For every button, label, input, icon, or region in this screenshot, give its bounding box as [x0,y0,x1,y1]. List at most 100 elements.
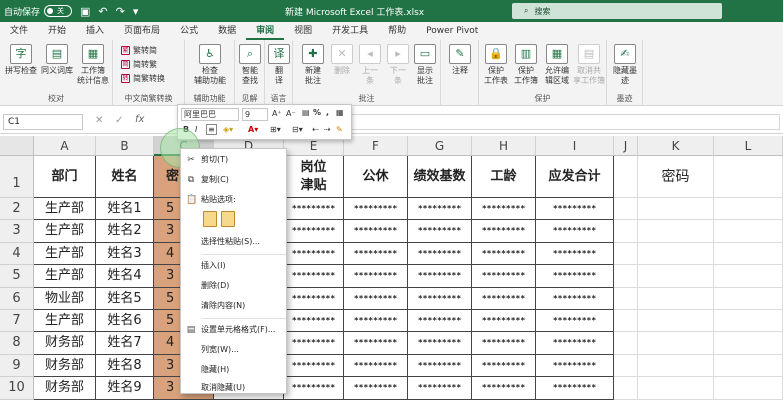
cell-h2[interactable]: ********* [472,198,536,221]
cancel-icon[interactable]: ✕ [95,115,103,126]
select-all-corner[interactable] [0,136,34,156]
column-header-l[interactable]: L [714,136,783,156]
menu-item-hide[interactable]: 隐藏(H) [181,361,286,379]
row-header-4[interactable]: 4 [0,242,34,266]
cell-b5[interactable]: 姓名4 [96,265,154,288]
cell-a9[interactable]: 财务部 [34,354,96,378]
tab-data[interactable]: 数据 [208,22,246,40]
header-cell-l[interactable] [714,156,783,198]
cell-l4[interactable] [714,242,783,266]
cell-j3[interactable] [614,220,638,243]
cell-k5[interactable] [638,265,714,288]
header-cell-k[interactable]: 密码 [638,156,714,198]
search-input[interactable]: ⌕ 搜索 [512,3,722,19]
cell-f6[interactable]: ********* [344,287,408,310]
paste-values-icon[interactable] [221,211,235,227]
cell-g5[interactable]: ********* [408,265,472,288]
redo-icon[interactable]: ↷ [116,5,125,18]
cell-l5[interactable] [714,265,783,288]
allow-edit-ranges-button[interactable]: ▦ 允许编 辑区域 [541,44,573,86]
cell-l3[interactable] [714,220,783,243]
cell-h8[interactable]: ********* [472,332,536,355]
smart-lookup-button[interactable]: ⌕ 智能 查找 [237,44,263,86]
font-name-box[interactable]: 阿里巴巴 [181,108,239,121]
new-comment-button[interactable]: ✚ 新建 批注 [297,44,329,86]
header-cell-a[interactable]: 部门 [34,156,96,198]
cell-f10[interactable]: ********* [344,377,408,400]
cell-f9[interactable]: ********* [344,354,408,378]
menu-item-paste-special[interactable]: 选择性粘贴(S)... [181,233,286,251]
font-color-icon[interactable]: A▾ [248,125,258,134]
cell-i10[interactable]: ********* [536,377,614,400]
name-box[interactable]: C1 [3,114,83,130]
menu-item-format-cells[interactable]: ▤ 设置单元格格式(F)... [181,321,286,339]
column-header-a[interactable]: A [34,136,96,156]
merge-center-icon[interactable]: ⊟▾ [292,125,303,134]
cell-i6[interactable]: ********* [536,287,614,310]
tab-file[interactable]: 文件 [0,22,38,40]
column-header-b[interactable]: B [96,136,154,156]
cell-g10[interactable]: ********* [408,377,472,400]
tab-page-layout[interactable]: 页面布局 [114,22,170,40]
cell-b9[interactable]: 姓名8 [96,354,154,378]
undo-icon[interactable]: ↶ [98,5,107,18]
next-comment-button[interactable]: ▸ 下一 条 [385,44,411,86]
cell-e5[interactable]: ********* [284,265,344,288]
check-accessibility-button[interactable]: ♿ 检查 辅助功能 [187,44,233,86]
cell-j2[interactable] [614,198,638,221]
cell-l2[interactable] [714,198,783,221]
cell-e3[interactable]: ********* [284,220,344,243]
row-header-3[interactable]: 3 [0,220,34,243]
cell-a2[interactable]: 生产部 [34,198,96,221]
hide-ink-button[interactable]: ✍ 隐藏墨 迹 [609,44,641,86]
show-comments-button[interactable]: ▭ 显示 批注 [411,44,439,86]
header-cell-b[interactable]: 姓名 [96,156,154,198]
paste-option-icon[interactable] [203,211,217,227]
cell-a10[interactable]: 财务部 [34,377,96,400]
cell-j5[interactable] [614,265,638,288]
cell-i5[interactable]: ********* [536,265,614,288]
fill-color-icon[interactable]: ◈▾ [223,125,233,134]
cell-h7[interactable]: ********* [472,310,536,333]
column-header-i[interactable]: I [536,136,614,156]
row-header-2[interactable]: 2 [0,198,34,221]
column-header-j[interactable]: J [614,136,638,156]
italic-icon[interactable]: I [195,125,197,134]
thesaurus-button[interactable]: ▤ 同义词库 [40,44,74,76]
chinese-convert-button[interactable]: 转简繁转换 [121,73,165,84]
row-header-6[interactable]: 6 [0,287,34,310]
cell-l9[interactable] [714,354,783,378]
header-cell-j[interactable] [614,156,638,198]
cell-i9[interactable]: ********* [536,354,614,378]
cell-f5[interactable]: ********* [344,265,408,288]
cell-j7[interactable] [614,310,638,333]
cell-a4[interactable]: 生产部 [34,242,96,266]
notes-button[interactable]: ✎ 注释 [445,44,475,76]
cell-a6[interactable]: 物业部 [34,287,96,310]
formula-input[interactable] [350,114,780,130]
tab-insert[interactable]: 插入 [76,22,114,40]
cell-e10[interactable]: ********* [284,377,344,400]
cell-g3[interactable]: ********* [408,220,472,243]
protect-sheet-button[interactable]: 🔒 保护 工作表 [481,44,511,86]
row-header-7[interactable]: 7 [0,310,34,333]
cell-j4[interactable] [614,242,638,266]
cell-i3[interactable]: ********* [536,220,614,243]
row-header-1[interactable]: 1 [0,156,34,198]
currency-format-icon[interactable]: ▤ [302,108,310,117]
column-header-g[interactable]: G [408,136,472,156]
cell-k4[interactable] [638,242,714,266]
insert-function-icon[interactable]: fx [135,114,144,125]
decrease-decimal-icon[interactable]: ⇠ [312,125,319,134]
row-header-10[interactable]: 10 [0,377,34,400]
simp-to-trad-button[interactable]: 简简转繁 [121,59,157,70]
menu-item-column-width[interactable]: 列宽(W)... [181,341,286,359]
autosave-toggle[interactable]: 关 [44,5,73,17]
cell-k9[interactable] [638,354,714,378]
cell-j8[interactable] [614,332,638,355]
cell-j6[interactable] [614,287,638,310]
cell-g8[interactable]: ********* [408,332,472,355]
increase-decimal-icon[interactable]: ⇢ [324,125,331,134]
borders-icon[interactable]: ⊞▾ [270,125,281,134]
menu-item-copy[interactable]: ⧉ 复制(C) [181,171,286,189]
